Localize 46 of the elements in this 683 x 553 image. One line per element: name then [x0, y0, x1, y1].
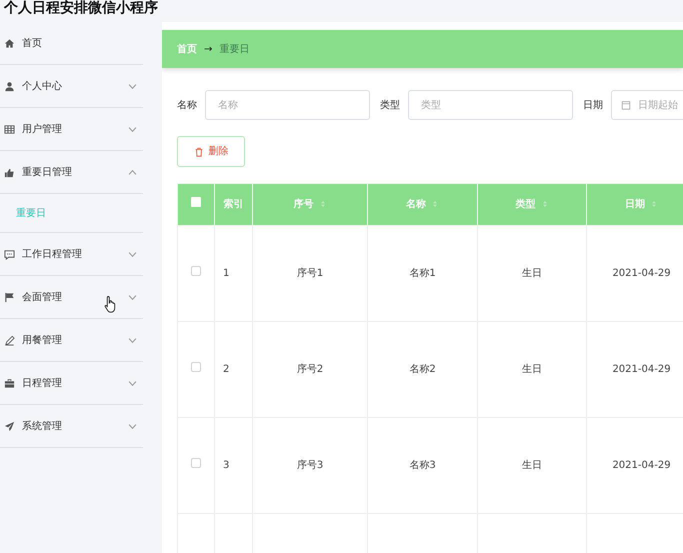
search-label: 日期	[583, 98, 603, 112]
table-cell: 名称1	[368, 226, 478, 322]
user-icon	[4, 80, 15, 92]
send-icon	[4, 420, 15, 432]
chat-icon	[4, 248, 15, 260]
table-cell: 序号2	[252, 322, 368, 418]
sidebar-item[interactable]: 日程管理	[0, 362, 143, 405]
search-field[interactable]: 类型	[408, 90, 573, 120]
table-cell: 2	[214, 322, 252, 418]
table-cell: 名称2	[368, 322, 478, 418]
sidebar-item[interactable]: 个人中心	[0, 65, 143, 108]
app-title: 个人日程安排微信小程序	[2, 0, 159, 18]
sidebar-item[interactable]: 首页	[0, 22, 143, 65]
table-cell: 序号1	[252, 226, 368, 322]
hand-cursor-icon	[104, 295, 118, 313]
sidebar-item[interactable]: 用餐管理	[0, 319, 143, 362]
date-field[interactable]: 日期起始	[611, 90, 683, 120]
calendar-icon	[621, 100, 631, 110]
table-cell: 生日	[478, 418, 586, 514]
table-cell: 生日	[478, 226, 586, 322]
row-checkbox[interactable]	[191, 362, 201, 372]
breadcrumb-current: 重要日	[219, 42, 250, 56]
home-icon	[4, 38, 15, 48]
search-field[interactable]: 名称	[205, 90, 370, 120]
row-checkbox[interactable]	[191, 458, 201, 468]
sidebar-item[interactable]: 工作日程管理	[0, 233, 143, 276]
row-checkbox[interactable]	[191, 266, 201, 276]
sidebar-item[interactable]: 重要日管理	[0, 151, 143, 194]
pen-icon	[4, 334, 15, 346]
grid-icon	[4, 124, 15, 134]
sidebar-item[interactable]: 用户管理	[0, 108, 143, 151]
briefcase-icon	[4, 378, 15, 388]
delete-button[interactable]: 删除	[177, 136, 245, 167]
table-cell: 名称3	[368, 418, 478, 514]
search-label: 类型	[380, 98, 400, 112]
table-cell: 序号3	[252, 418, 368, 514]
table-cell: 3	[214, 418, 252, 514]
table-cell: 生日	[478, 322, 586, 418]
search-label: 名称	[177, 98, 197, 112]
trash-icon	[194, 146, 204, 156]
select-all-checkbox[interactable]	[191, 197, 201, 207]
breadcrumb-separator: →	[204, 42, 212, 56]
flag-icon	[4, 292, 15, 302]
thumbs-up-icon	[4, 166, 15, 178]
table-cell: 1	[214, 226, 252, 322]
sidebar-item[interactable]: 系统管理	[0, 405, 143, 448]
